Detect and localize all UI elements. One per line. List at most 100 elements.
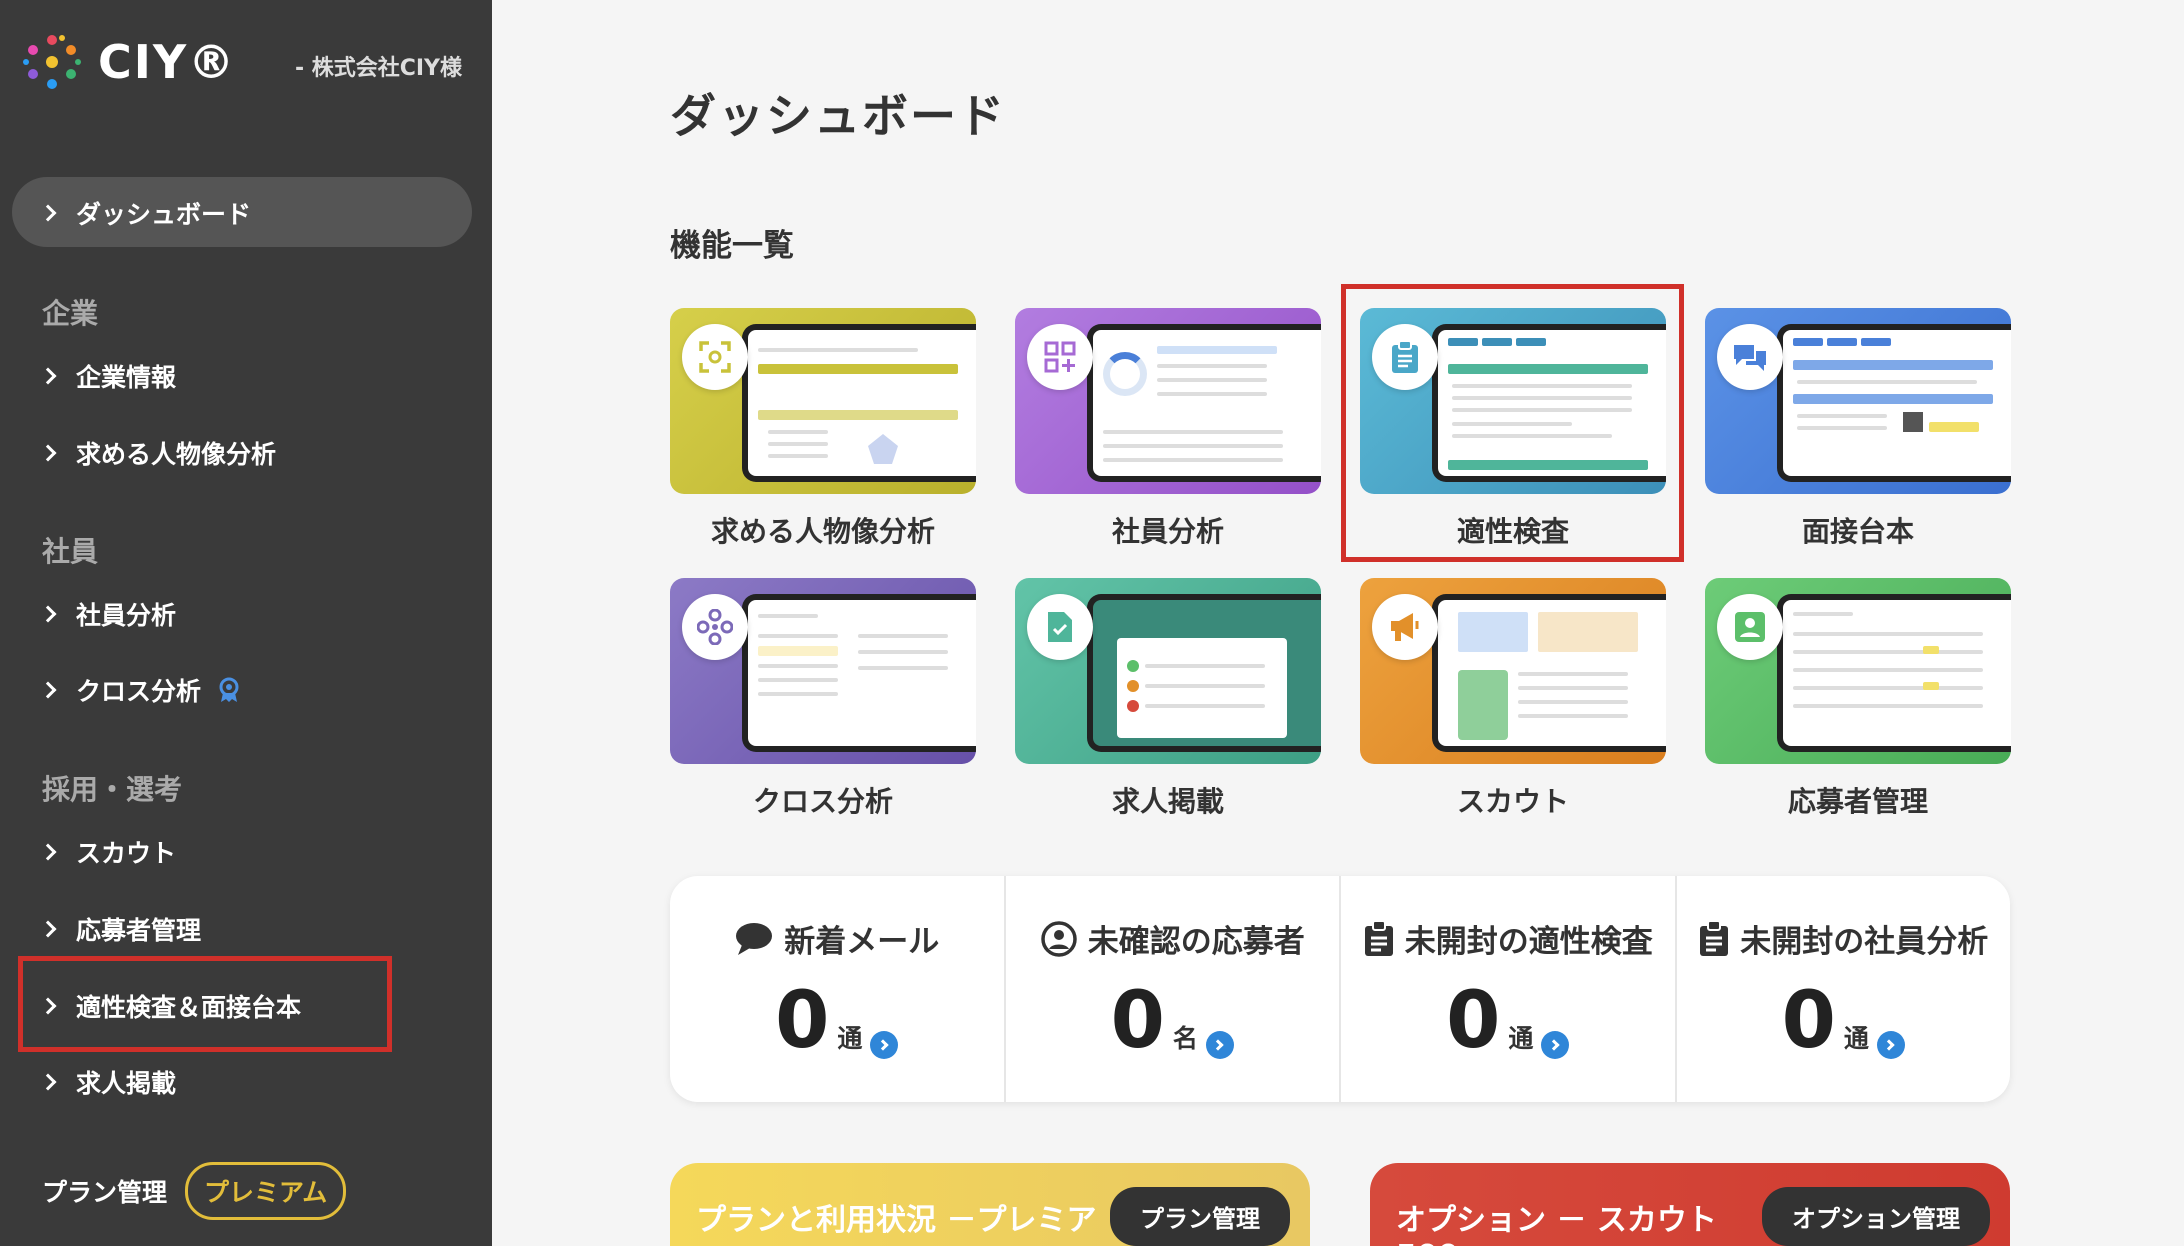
stat-unconfirmed-applicants[interactable]: 未確認の応募者 0 名 bbox=[1006, 876, 1341, 1102]
plan-management-button[interactable]: プラン管理 bbox=[1110, 1187, 1290, 1246]
sidebar-item-label: 求める人物像分析 bbox=[76, 440, 277, 469]
chat-icon bbox=[1717, 324, 1783, 390]
ciy-logo[interactable]: CIY® bbox=[20, 30, 236, 94]
sidebar-item-dashboard[interactable]: ダッシュボード bbox=[39, 195, 252, 231]
clipboard-icon bbox=[1700, 919, 1729, 956]
sidebar-item-applicant-management[interactable]: 応募者管理 bbox=[39, 911, 202, 947]
clipboard-icon bbox=[1364, 919, 1393, 956]
feature-label: 求める人物像分析 bbox=[710, 515, 935, 548]
feature-thumbnail bbox=[1705, 578, 2011, 764]
ciy-logo-mark-icon bbox=[23, 35, 81, 89]
feature-thumbnail bbox=[1360, 308, 1666, 494]
sidebar-item-ideal-persona[interactable]: 求める人物像分析 bbox=[39, 435, 277, 471]
award-badge-icon bbox=[219, 677, 239, 702]
chevron-right-icon bbox=[39, 605, 57, 623]
feature-thumbnail bbox=[670, 578, 976, 764]
feature-label: 適性検査 bbox=[1456, 515, 1569, 548]
stat-title: 未確認の応募者 bbox=[1087, 924, 1305, 960]
clipboard-icon bbox=[1372, 324, 1438, 390]
chevron-right-icon bbox=[39, 843, 57, 861]
stat-value: 0 bbox=[1110, 976, 1165, 1066]
feature-card-applicant-management[interactable]: 応募者管理 bbox=[1705, 578, 2011, 820]
page-title: ダッシュボード bbox=[670, 89, 1006, 143]
stat-title: 未開封の適性検査 bbox=[1404, 924, 1653, 960]
sidebar-item-label: ダッシュボード bbox=[76, 200, 252, 229]
cross-nodes-icon bbox=[682, 594, 748, 660]
stat-unopened-employee-analysis[interactable]: 未開封の社員分析 0 通 bbox=[1677, 876, 2011, 1102]
stat-title: 新着メール bbox=[784, 924, 940, 960]
grid-plus-icon bbox=[1027, 324, 1093, 390]
user-circle-icon bbox=[1041, 920, 1077, 957]
sidebar: CIY® - 株式会社CIY様 ダッシュボード 企業 企業情報 求める人物像分析… bbox=[0, 0, 492, 1246]
feature-card-cross-analysis[interactable]: クロス分析 bbox=[670, 578, 976, 820]
chevron-right-icon bbox=[39, 920, 57, 938]
sidebar-item-company-info[interactable]: 企業情報 bbox=[39, 358, 177, 394]
stat-value: 0 bbox=[1781, 976, 1836, 1066]
feature-card-job-posting[interactable]: 求人掲載 bbox=[1015, 578, 1321, 820]
option-banner-title: オプション － スカウト500 bbox=[1396, 1203, 1717, 1246]
sidebar-item-label: 求人掲載 bbox=[76, 1069, 177, 1098]
sidebar-item-aptitude-interview[interactable]: 適性検査＆面接台本 bbox=[39, 988, 302, 1024]
chevron-right-icon bbox=[39, 444, 57, 462]
stat-unit: 通 bbox=[1843, 1024, 1869, 1053]
chevron-right-icon bbox=[39, 997, 57, 1015]
stat-unit: 通 bbox=[837, 1024, 863, 1053]
sidebar-item-label: 応募者管理 bbox=[76, 916, 202, 945]
feature-card-interview-script[interactable]: 面接台本 bbox=[1705, 308, 2011, 550]
chevron-right-icon bbox=[39, 681, 57, 699]
option-management-button[interactable]: オプション管理 bbox=[1762, 1187, 1990, 1246]
chevron-right-icon bbox=[39, 367, 57, 385]
feature-card-ideal-persona[interactable]: 求める人物像分析 bbox=[670, 308, 976, 550]
stat-unopened-aptitude[interactable]: 未開封の適性検査 0 通 bbox=[1341, 876, 1677, 1102]
option-banner: オプション － スカウト500 オプション管理 bbox=[1370, 1163, 2010, 1246]
section-title-recruitment: 採用・選考 bbox=[42, 773, 183, 806]
feature-card-aptitude-test[interactable]: 適性検査 bbox=[1360, 308, 1666, 550]
plan-label[interactable]: プラン管理 bbox=[42, 1173, 167, 1209]
plan-banner-title: プランと利用状況 －プレミアム bbox=[696, 1203, 1097, 1238]
company-name: - 株式会社CIY様 bbox=[294, 56, 462, 81]
stats-panel: 新着メール 0 通 未確認の応募者 0 名 未開封の適性検査 0 通 未開封の社… bbox=[670, 876, 2010, 1102]
feature-label: 求人掲載 bbox=[1111, 785, 1224, 818]
logo-text: CIY® bbox=[98, 35, 237, 89]
sidebar-item-cross-analysis[interactable]: クロス分析 bbox=[39, 672, 241, 708]
stat-value: 0 bbox=[1446, 976, 1501, 1066]
feature-card-employee-analysis[interactable]: 社員分析 bbox=[1015, 308, 1321, 550]
features-title: 機能一覧 bbox=[670, 228, 794, 264]
arrow-right-circle-icon[interactable] bbox=[1876, 1031, 1905, 1059]
feature-label: 面接台本 bbox=[1801, 515, 1914, 548]
section-title-company: 企業 bbox=[42, 297, 99, 330]
feature-label: 応募者管理 bbox=[1787, 785, 1928, 818]
arrow-right-circle-icon[interactable] bbox=[1205, 1031, 1234, 1059]
feature-thumbnail bbox=[1360, 578, 1666, 764]
feature-thumbnail bbox=[670, 308, 976, 494]
feature-label: スカウト bbox=[1456, 785, 1569, 818]
megaphone-icon bbox=[1372, 594, 1438, 660]
feature-label: クロス分析 bbox=[752, 785, 893, 818]
stat-title: 未開封の社員分析 bbox=[1740, 924, 1989, 960]
feature-thumbnail bbox=[1015, 578, 1321, 764]
arrow-right-circle-icon[interactable] bbox=[1541, 1031, 1570, 1059]
arrow-right-circle-icon[interactable] bbox=[870, 1031, 899, 1059]
sidebar-item-label: 企業情報 bbox=[76, 363, 177, 392]
sidebar-item-label: クロス分析 bbox=[76, 677, 202, 706]
chevron-right-icon bbox=[39, 1073, 57, 1091]
feature-card-scout[interactable]: スカウト bbox=[1360, 578, 1666, 820]
sidebar-item-label: スカウト bbox=[76, 839, 177, 868]
sidebar-item-label: 社員分析 bbox=[76, 601, 177, 630]
feature-label: 社員分析 bbox=[1111, 515, 1224, 548]
sidebar-item-employee-analysis[interactable]: 社員分析 bbox=[39, 596, 177, 632]
chevron-right-icon bbox=[39, 204, 57, 222]
feature-thumbnail bbox=[1015, 308, 1321, 494]
plan-management-row[interactable]: プラン管理 プレミアム bbox=[42, 1162, 347, 1220]
sidebar-item-scout[interactable]: スカウト bbox=[39, 834, 177, 870]
stat-unit: 名 bbox=[1172, 1024, 1198, 1053]
feature-thumbnail bbox=[1705, 308, 2011, 494]
sidebar-item-job-posting[interactable]: 求人掲載 bbox=[39, 1064, 177, 1100]
scan-icon bbox=[682, 324, 748, 390]
sidebar-item-label: 適性検査＆面接台本 bbox=[76, 993, 302, 1022]
stat-value: 0 bbox=[775, 976, 830, 1066]
plan-usage-banner: プランと利用状況 －プレミアム プラン管理 bbox=[670, 1163, 1310, 1246]
person-icon bbox=[1717, 594, 1783, 660]
document-check-icon bbox=[1027, 594, 1093, 660]
stat-new-mail[interactable]: 新着メール 0 通 bbox=[670, 876, 1006, 1102]
